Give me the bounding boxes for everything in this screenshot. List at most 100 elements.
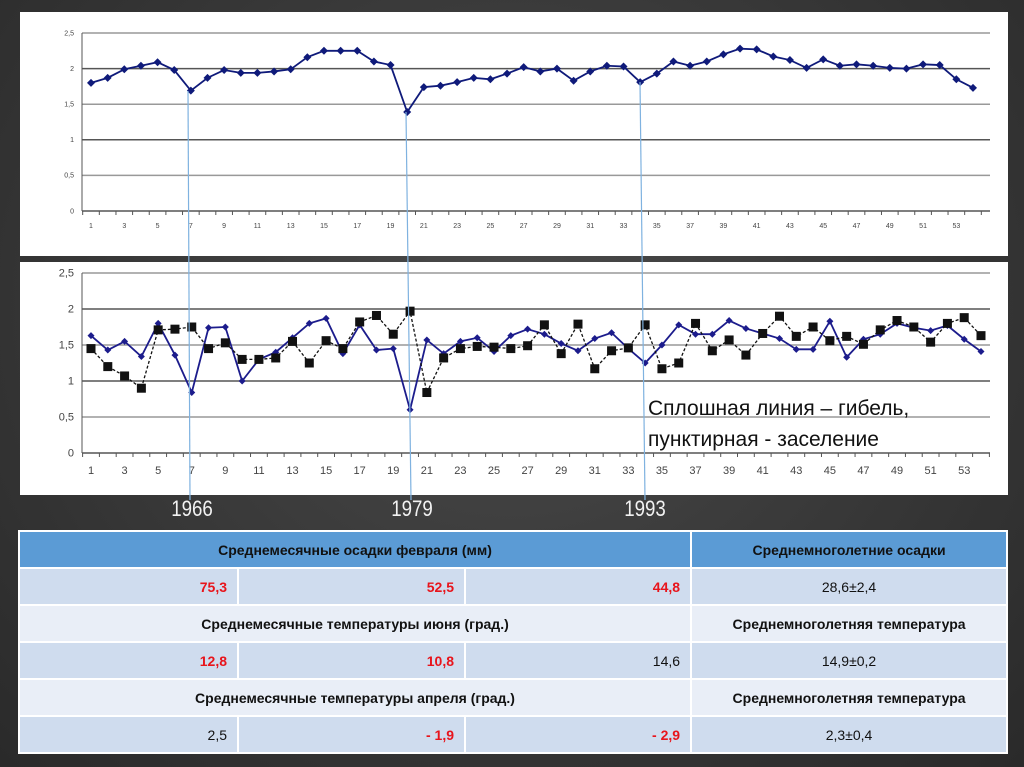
- bottom-line-chart: 00,511,522,51 3 5 7 9 11 13 15 17 19 21 23 25 27 29 31 3…: [59, 268, 990, 477]
- data-point: [220, 66, 229, 75]
- data-point: [519, 63, 528, 72]
- x-tick-label: 3: [122, 465, 128, 477]
- cell-1979: - 1,9: [237, 715, 466, 754]
- x-tick-label: 11: [253, 465, 264, 477]
- data-point: [386, 61, 395, 70]
- x-tick-label: 39: [723, 465, 735, 477]
- x-tick-label: 51: [919, 223, 927, 230]
- data-point: [103, 73, 112, 82]
- data-point: [736, 44, 745, 53]
- data-point: [892, 316, 902, 326]
- data-point: [469, 73, 478, 82]
- x-tick-label: 33: [622, 465, 634, 477]
- table-row: 75,3 52,5 44,8 28,6±2,4: [18, 567, 1009, 606]
- cell-1966: 75,3: [18, 567, 239, 606]
- data-point: [236, 68, 245, 77]
- x-tick-label: 3: [122, 223, 126, 230]
- data-point: [842, 331, 852, 341]
- data-point: [322, 314, 330, 322]
- data-point: [422, 388, 432, 398]
- data-point: [942, 318, 952, 328]
- top-line-chart: 00,511,522,51 3 5 7 9 11 13 15 17 19 21 23 25 27 29 31 3…: [64, 30, 990, 230]
- data-point: [657, 364, 667, 374]
- data-point: [742, 324, 750, 332]
- data-point: [556, 349, 566, 359]
- data-point: [819, 55, 828, 64]
- x-tick-label: 13: [286, 465, 298, 477]
- y-tick-label: 1,5: [64, 102, 74, 109]
- x-tick-label: 47: [857, 465, 869, 477]
- legend-annotation: пунктирная - заселение: [648, 428, 879, 451]
- data-point: [774, 311, 784, 321]
- cell-mean: 14,9±0,2: [690, 641, 1009, 680]
- y-tick-label: 1,5: [59, 340, 74, 352]
- data-point: [321, 336, 331, 346]
- x-tick-label: 7: [189, 223, 193, 230]
- subheader-temp-mean: Среднемноголетняя температура: [690, 604, 1009, 643]
- y-tick-label: 2,5: [59, 268, 74, 280]
- data-point: [557, 340, 565, 348]
- climate-table: Среднемесячные осадки февраля (мм) Средн…: [17, 530, 1009, 754]
- series-line-main: [90, 47, 974, 115]
- x-tick-label: 29: [553, 223, 561, 230]
- data-point: [875, 325, 885, 335]
- data-point: [405, 306, 415, 316]
- x-tick-label: 9: [222, 465, 228, 477]
- data-point: [674, 358, 684, 368]
- y-tick-label: 2: [70, 66, 74, 73]
- data-point: [927, 327, 935, 335]
- data-point: [802, 63, 811, 72]
- top-chart-panel: 0 0,5 1 1,5 2 2,5 1 3 5 7 9 11 13 15 17 19 21 23 25 27 29 31 3…: [20, 12, 1008, 256]
- data-point: [885, 63, 894, 72]
- cell-1979: 52,5: [237, 567, 466, 606]
- x-tick-label: 17: [353, 223, 361, 230]
- data-point: [752, 45, 761, 54]
- data-point: [439, 353, 449, 363]
- data-point: [153, 325, 163, 335]
- cell-1993: - 2,9: [463, 715, 693, 754]
- data-point: [524, 325, 532, 333]
- x-tick-label: 5: [156, 223, 160, 230]
- data-point: [188, 389, 196, 397]
- data-point: [254, 354, 264, 364]
- x-tick-label: 49: [891, 465, 903, 477]
- y-tick-label: 2,5: [64, 30, 74, 37]
- x-tick-label: 43: [790, 465, 802, 477]
- x-tick-label: 1: [89, 223, 93, 230]
- y-tick-label: 1: [70, 137, 74, 144]
- subheader-temp-mean: Среднемноголетняя температура: [690, 678, 1009, 717]
- data-point: [691, 318, 701, 328]
- data-point: [808, 322, 818, 332]
- data-point: [607, 346, 617, 356]
- x-tick-label: 37: [686, 223, 694, 230]
- y-tick-label: 0: [70, 208, 74, 215]
- x-tick-label: 45: [824, 465, 836, 477]
- cell-1966: 12,8: [18, 641, 239, 680]
- x-tick-label: 21: [421, 465, 433, 477]
- data-point: [489, 342, 499, 352]
- data-point: [909, 322, 919, 332]
- y-tick-label: 2: [68, 304, 74, 316]
- x-tick-label: 25: [486, 223, 494, 230]
- x-tick-label: 15: [320, 223, 328, 230]
- data-point: [86, 344, 96, 354]
- data-point: [120, 65, 129, 74]
- year-label-1993: 1993: [624, 496, 666, 521]
- data-point: [791, 331, 801, 341]
- data-point: [388, 329, 398, 339]
- data-point: [852, 60, 861, 69]
- y-tick-label: 0,5: [64, 173, 74, 180]
- x-tick-label: 5: [155, 465, 161, 477]
- data-point: [204, 344, 214, 354]
- x-tick-label: 51: [924, 465, 936, 477]
- data-point: [540, 330, 548, 338]
- data-point: [221, 323, 229, 331]
- x-tick-label: 21: [420, 223, 428, 230]
- data-point: [719, 50, 728, 59]
- data-point: [120, 371, 130, 381]
- data-point: [453, 78, 462, 87]
- x-tick-label: 27: [521, 465, 533, 477]
- x-tick-label: 41: [757, 465, 769, 477]
- data-point: [573, 319, 583, 329]
- cell-1993: 14,6: [463, 641, 693, 680]
